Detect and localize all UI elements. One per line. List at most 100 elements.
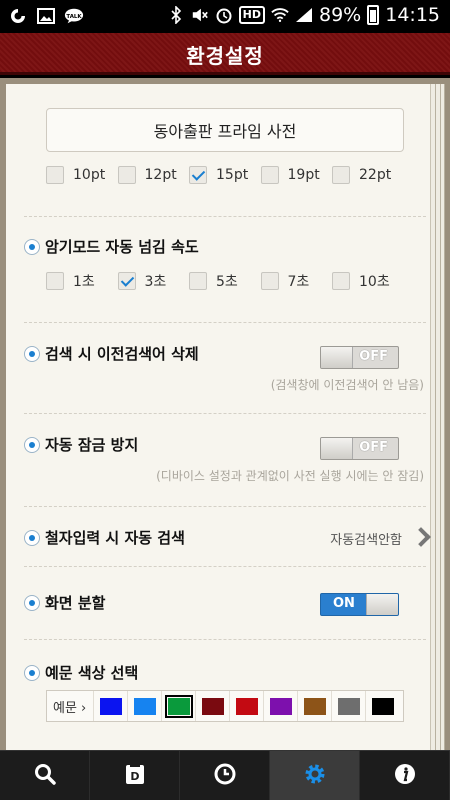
auto-lock-toggle[interactable]: OFF (320, 437, 399, 460)
svg-text:D: D (130, 770, 139, 783)
clock-time: 14:15 (385, 4, 440, 26)
spell-search-title-text: 철자입력 시 자동 검색 (45, 529, 185, 547)
nav-search[interactable] (0, 751, 90, 800)
info-icon (393, 762, 417, 790)
wifi-icon (271, 5, 289, 25)
font-size-option[interactable]: 15pt (189, 166, 261, 184)
delete-history-title: 검색 시 이전검색어 삭제 (24, 343, 199, 364)
checkbox[interactable] (117, 166, 136, 184)
color-swatch-option[interactable] (195, 691, 229, 721)
mute-icon (191, 5, 209, 25)
signal-icon (295, 5, 313, 25)
checkbox[interactable] (332, 272, 350, 290)
auto-lock-title: 자동 잠금 방지 (24, 434, 138, 455)
radio-bullet (24, 529, 40, 546)
app-header: 환경설정 (0, 33, 450, 75)
checkbox[interactable] (260, 166, 279, 184)
radio-bullet (24, 238, 40, 255)
radio-bullet (24, 664, 40, 681)
color-swatch[interactable] (235, 697, 258, 715)
speed-label: 1초 (73, 274, 95, 290)
font-size-label: 10pt (73, 167, 106, 183)
speed-label: 3초 (144, 274, 167, 290)
page-edge-3 (441, 84, 445, 750)
bluetooth-icon (167, 5, 185, 25)
checkbox-checked[interactable] (189, 166, 207, 184)
checkbox[interactable] (332, 166, 350, 184)
color-swatch[interactable] (99, 697, 122, 715)
font-size-label: 22pt (359, 167, 392, 183)
status-bar: TALK HD 89% 14:15 (0, 0, 450, 33)
auto-lock-hint: (디바이스 설정과 관계없이 사전 실행 시에는 안 잠김) (156, 469, 424, 483)
checkbox[interactable] (46, 166, 64, 184)
toggle-label: OFF (359, 440, 388, 455)
font-size-option[interactable]: 22pt (332, 166, 404, 184)
split-screen-toggle[interactable]: ON (320, 593, 399, 616)
color-swatch-option[interactable] (161, 691, 195, 721)
split-screen-title: 화면 분할 (24, 592, 105, 613)
example-color-title-text: 예문 색상 선택 (45, 664, 139, 682)
spell-search-title[interactable]: 철자입력 시 자동 검색 (24, 527, 185, 548)
checkbox-checked[interactable] (117, 272, 136, 290)
nav-dictionary[interactable]: D (90, 751, 180, 800)
svg-text:TALK: TALK (66, 14, 82, 20)
speed-label: 7초 (287, 274, 310, 290)
split-screen-title-text: 화면 분할 (45, 594, 106, 612)
memorize-speed-options: 1초 3초 5초 7초 10초 (46, 271, 404, 291)
clock-icon (213, 762, 237, 790)
color-swatch[interactable] (269, 697, 292, 715)
status-left-icons: TALK (8, 6, 84, 26)
nav-info[interactable] (360, 751, 450, 800)
divider (24, 322, 426, 323)
nav-history[interactable] (180, 751, 270, 800)
color-swatch-option[interactable] (229, 691, 263, 721)
radio-bullet (24, 436, 40, 453)
color-swatch[interactable] (133, 697, 156, 715)
font-select[interactable]: 동아출판 프라임 사전 (46, 108, 404, 152)
app-notification-icon (8, 6, 28, 26)
color-swatch[interactable] (337, 697, 360, 715)
color-swatch[interactable] (201, 697, 224, 715)
battery-percent: 89% (319, 4, 362, 26)
speed-label: 5초 (216, 274, 238, 290)
color-swatch-option[interactable] (93, 691, 127, 721)
example-color-title: 예문 색상 선택 (24, 662, 138, 683)
font-size-option[interactable]: 12pt (117, 166, 190, 184)
delete-history-hint: (검색창에 이전검색어 안 남음) (270, 378, 424, 392)
checkbox[interactable] (260, 272, 279, 290)
checkbox[interactable] (189, 272, 207, 290)
speed-option[interactable]: 10초 (332, 271, 404, 291)
hd-badge: HD (238, 6, 265, 24)
checkbox[interactable] (46, 272, 64, 290)
search-icon (33, 762, 57, 790)
color-swatch-option[interactable] (297, 691, 331, 721)
speed-option[interactable]: 3초 (117, 271, 190, 291)
spell-search-value[interactable]: 자동검색안함 (330, 529, 402, 548)
divider (24, 639, 426, 640)
memorize-section-title: 암기모드 자동 넘김 속도 (24, 236, 199, 257)
color-swatch-option[interactable] (263, 691, 297, 721)
color-swatch[interactable] (371, 697, 394, 715)
font-size-option[interactable]: 19pt (260, 166, 333, 184)
speed-option[interactable]: 7초 (260, 271, 333, 291)
swatch-label: 예문 › (53, 700, 87, 716)
bottom-navigation: D (0, 750, 450, 800)
color-swatch[interactable] (164, 694, 193, 718)
color-swatch[interactable] (303, 697, 326, 715)
color-swatch-option[interactable] (331, 691, 365, 721)
divider (24, 566, 426, 567)
font-size-option[interactable]: 10pt (46, 166, 118, 184)
divider (24, 413, 426, 414)
color-swatch-option[interactable] (365, 691, 399, 721)
radio-bullet (24, 345, 40, 362)
talk-notification-icon: TALK (64, 6, 84, 26)
dictionary-icon: D (124, 762, 146, 790)
auto-lock-title-text: 자동 잠금 방지 (45, 436, 139, 454)
nav-settings[interactable] (270, 751, 360, 800)
color-swatch-option[interactable] (127, 691, 161, 721)
speed-option[interactable]: 1초 (46, 271, 118, 291)
memorize-title-text: 암기모드 자동 넘김 속도 (45, 238, 199, 256)
delete-history-toggle[interactable]: OFF (320, 346, 399, 369)
speed-option[interactable]: 5초 (189, 271, 261, 291)
toggle-label: OFF (359, 349, 388, 364)
